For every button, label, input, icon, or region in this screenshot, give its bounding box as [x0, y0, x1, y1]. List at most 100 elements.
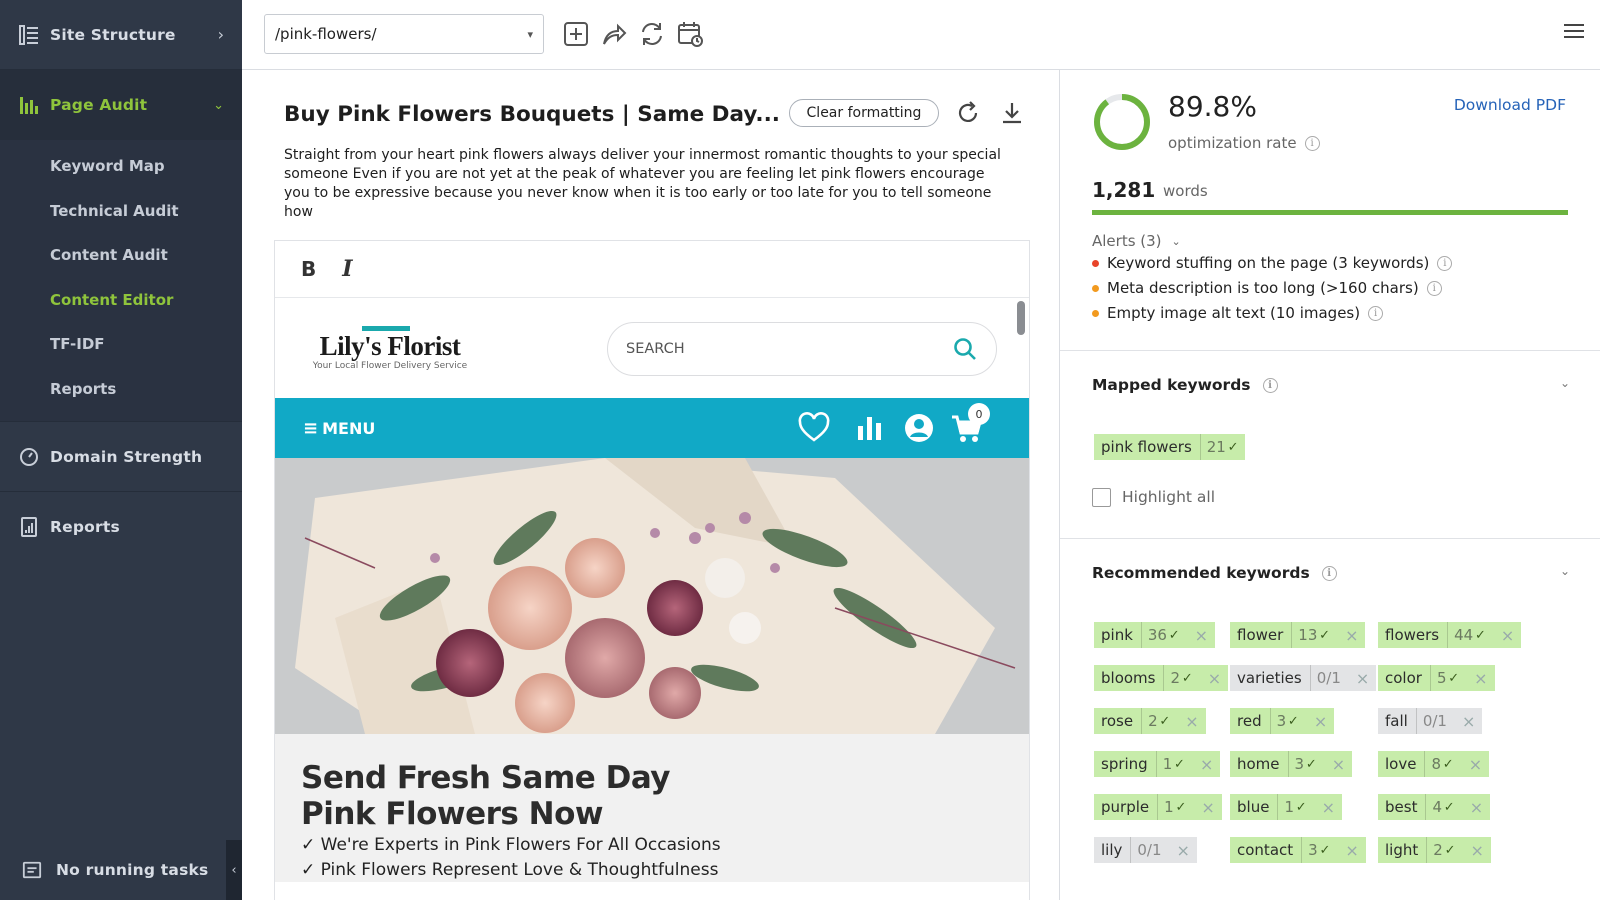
sidebar-item-label: Reports	[50, 517, 120, 536]
info-icon[interactable]: i	[1437, 255, 1453, 271]
remove-keyword-icon[interactable]: ×	[1305, 712, 1334, 731]
keyword-count: 1 ✓	[1155, 751, 1191, 777]
tasks-status-label: No running tasks	[56, 861, 209, 879]
italic-button[interactable]: I	[342, 256, 352, 282]
info-icon[interactable]: i	[1368, 305, 1384, 321]
menu-label: MENU	[322, 419, 376, 438]
info-icon[interactable]: i	[1426, 280, 1442, 296]
reload-icon[interactable]	[955, 100, 981, 126]
keyword-text: fall	[1385, 712, 1408, 730]
sidebar-item-site-structure[interactable]: Site Structure ›	[0, 0, 242, 70]
recommended-keyword-tag[interactable]: flower 13 ✓ ×	[1230, 622, 1366, 648]
add-page-icon[interactable]	[562, 20, 590, 48]
word-count-progress	[1092, 210, 1568, 215]
remove-keyword-icon[interactable]: ×	[1453, 712, 1482, 731]
sidebar-item-content-audit[interactable]: Content Audit	[0, 233, 242, 278]
meta-description[interactable]: Straight from your heart pink flowers al…	[284, 146, 1014, 222]
check-icon: ✓	[1319, 842, 1331, 858]
sidebar-item-technical-audit[interactable]: Technical Audit	[0, 189, 242, 234]
clear-formatting-button[interactable]: Clear formatting	[789, 99, 939, 127]
hero-image	[275, 458, 1029, 734]
recommended-keyword-tag[interactable]: pink 36 ✓ ×	[1094, 622, 1216, 648]
rate-label-text: optimization rate	[1168, 134, 1297, 152]
remove-keyword-icon[interactable]: ×	[1492, 626, 1521, 645]
sidebar-item-reports-sub[interactable]: Reports	[0, 367, 242, 412]
mapped-keywords-header[interactable]: Mapped keywords i	[1092, 376, 1278, 394]
recommended-keyword-tag[interactable]: best 4 ✓ ×	[1378, 794, 1491, 820]
chevron-down-icon[interactable]: ⌄	[1560, 564, 1570, 578]
remove-keyword-icon[interactable]: ×	[1347, 669, 1376, 688]
share-icon[interactable]	[600, 20, 628, 48]
keyword-text: lily	[1101, 841, 1123, 859]
sidebar-item-keyword-map[interactable]: Keyword Map	[0, 144, 242, 189]
mapped-keyword-tag[interactable]: pink flowers 21 ✓	[1094, 434, 1245, 460]
remove-keyword-icon[interactable]: ×	[1465, 669, 1494, 688]
recommended-keyword-tag[interactable]: flowers 44 ✓ ×	[1378, 622, 1522, 648]
url-select[interactable]: /pink-flowers/ ▾	[264, 14, 544, 54]
recommended-keyword-tag[interactable]: fall 0/1 ×	[1378, 708, 1483, 734]
promo-heading-line1: Send Fresh Same Day	[301, 760, 671, 796]
remove-keyword-icon[interactable]: ×	[1323, 755, 1352, 774]
refresh-icon[interactable]	[638, 20, 666, 48]
remove-keyword-icon[interactable]: ×	[1460, 755, 1489, 774]
recommended-keyword-tag[interactable]: blue 1 ✓ ×	[1230, 794, 1343, 820]
bar-chart-icon	[858, 417, 881, 440]
highlight-all-checkbox[interactable]	[1092, 488, 1111, 507]
recommended-keywords-header[interactable]: Recommended keywords i	[1092, 564, 1337, 582]
search-placeholder: SEARCH	[626, 341, 685, 357]
alerts-toggle[interactable]: Alerts (3) ⌄	[1092, 232, 1181, 250]
info-icon[interactable]: i	[1262, 377, 1278, 393]
site-search-input[interactable]: SEARCH	[607, 322, 997, 376]
bold-button[interactable]: B	[301, 257, 316, 281]
info-icon[interactable]: i	[1321, 565, 1337, 581]
recommended-keyword-tag[interactable]: red 3 ✓ ×	[1230, 708, 1335, 734]
collapse-sidebar-button[interactable]: ‹	[226, 840, 242, 900]
content-editor: Buy Pink Flowers Bouquets | Same Day... …	[242, 70, 1060, 900]
promo-section: Send Fresh Same Day Pink Flowers Now ✓ W…	[275, 734, 1029, 882]
remove-keyword-icon[interactable]: ×	[1336, 841, 1365, 860]
remove-keyword-icon[interactable]: ×	[1176, 712, 1205, 731]
recommended-keyword-tag[interactable]: purple 1 ✓ ×	[1094, 794, 1222, 820]
keyword-text: best	[1385, 798, 1418, 816]
keyword-count: 2 ✓	[1163, 665, 1198, 691]
remove-keyword-icon[interactable]: ×	[1461, 798, 1490, 817]
recommended-keyword-tag[interactable]: lily 0/1 ×	[1094, 837, 1197, 863]
download-pdf-link[interactable]: Download PDF	[1454, 96, 1566, 114]
remove-keyword-icon[interactable]: ×	[1186, 626, 1215, 645]
remove-keyword-icon[interactable]: ×	[1461, 841, 1490, 860]
schedule-icon[interactable]	[676, 20, 704, 48]
menu-icon[interactable]	[1564, 24, 1584, 42]
sidebar-item-reports[interactable]: Reports	[0, 491, 242, 561]
tasks-status[interactable]: No running tasks	[0, 840, 242, 900]
info-icon[interactable]: i	[1304, 135, 1320, 151]
page-title[interactable]: Buy Pink Flowers Bouquets | Same Day...	[284, 102, 780, 127]
alert-text: Empty image alt text (10 images)	[1107, 304, 1361, 322]
remove-keyword-icon[interactable]: ×	[1336, 626, 1365, 645]
check-icon: ✓	[1442, 756, 1454, 772]
preview-nav: ≡ MENU 0	[275, 398, 1029, 458]
recommended-keyword-tag[interactable]: home 3 ✓ ×	[1230, 751, 1353, 777]
recommended-keyword-tag[interactable]: love 8 ✓ ×	[1378, 751, 1490, 777]
remove-keyword-icon[interactable]: ×	[1313, 798, 1342, 817]
download-icon[interactable]	[999, 100, 1025, 126]
sidebar-item-content-editor[interactable]: Content Editor	[0, 278, 242, 323]
keyword-text: contact	[1237, 841, 1294, 859]
sidebar-item-tf-idf[interactable]: TF-IDF	[0, 322, 242, 367]
recommended-keyword-tag[interactable]: color 5 ✓ ×	[1378, 665, 1495, 691]
recommended-keyword-tag[interactable]: light 2 ✓ ×	[1378, 837, 1491, 863]
check-icon: ✓	[1444, 842, 1456, 858]
remove-keyword-icon[interactable]: ×	[1199, 669, 1228, 688]
remove-keyword-icon[interactable]: ×	[1192, 798, 1221, 817]
recommended-keyword-tag[interactable]: varieties 0/1 ×	[1230, 665, 1377, 691]
sidebar-item-page-audit[interactable]: Page Audit ⌄	[0, 70, 242, 140]
check-icon: ✓	[1181, 670, 1193, 686]
recommended-keyword-tag[interactable]: blooms 2 ✓ ×	[1094, 665, 1229, 691]
chevron-down-icon[interactable]: ⌄	[1560, 376, 1570, 390]
recommended-keyword-tag[interactable]: spring 1 ✓ ×	[1094, 751, 1221, 777]
keyword-count: 0/1	[1309, 665, 1347, 691]
recommended-keyword-tag[interactable]: rose 2 ✓ ×	[1094, 708, 1206, 734]
sidebar-item-domain-strength[interactable]: Domain Strength	[0, 421, 242, 491]
recommended-keyword-tag[interactable]: contact 3 ✓ ×	[1230, 837, 1366, 863]
remove-keyword-icon[interactable]: ×	[1168, 841, 1197, 860]
remove-keyword-icon[interactable]: ×	[1191, 755, 1220, 774]
